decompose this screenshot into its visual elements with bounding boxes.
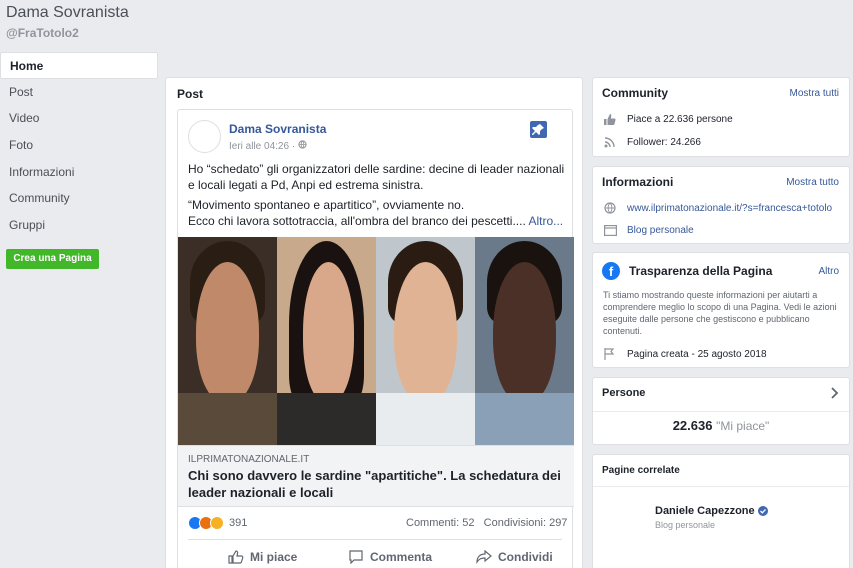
thumbs-up-icon <box>603 113 617 125</box>
thumbs-up-icon <box>228 550 244 564</box>
people-count: 22.636 <box>672 418 713 433</box>
comment-label: Commenta <box>370 550 433 564</box>
post-stats: Commenti: 52 Condivisioni: 297 <box>406 517 567 529</box>
like-button[interactable]: Mi piace <box>228 550 297 564</box>
transparency-text: Ti stiamo mostrando queste informazioni … <box>603 290 837 336</box>
people-title[interactable]: Persone <box>602 387 645 399</box>
photo-portrait <box>178 237 277 445</box>
reactions-summary[interactable]: 391 <box>188 516 247 530</box>
info-card: Informazioni Mostra tutto www.ilprimaton… <box>592 166 850 244</box>
browser-icon <box>603 224 617 236</box>
post-card: Dama Sovranista Ieri alle 04:26 · Ho “sc… <box>177 109 574 568</box>
photo-portrait <box>475 237 574 445</box>
likes-row[interactable]: Piace a 22.636 persone <box>603 113 733 125</box>
verified-badge-icon <box>757 506 768 516</box>
chevron-right-icon[interactable] <box>831 386 839 402</box>
people-count-label: "Mi piace" <box>716 419 770 433</box>
link-preview[interactable]: ILPRIMATONAZIONALE.IT Chi sono davvero l… <box>178 445 574 507</box>
related-page-category: Blog personale <box>655 520 716 530</box>
nav-item-foto[interactable]: Foto <box>0 132 158 159</box>
related-page-item[interactable]: Daniele Capezzone <box>655 505 768 517</box>
page-title[interactable]: Dama Sovranista <box>6 4 129 22</box>
posts-header: Post <box>177 87 204 101</box>
post-author[interactable]: Dama Sovranista <box>229 122 326 136</box>
haha-reaction-icon <box>210 516 224 530</box>
see-more-link[interactable]: Altro... <box>528 214 563 228</box>
share-label: Condividi <box>498 550 553 564</box>
post-text-teaser: Ecco chi lavora sottotraccia, all'ombra … <box>188 214 526 228</box>
like-label: Mi piace <box>250 550 298 564</box>
post-time[interactable]: Ieri alle 04:26 · <box>229 141 295 152</box>
create-page-button[interactable]: Crea una Pagina <box>6 249 99 269</box>
related-page-name[interactable]: Daniele Capezzone <box>655 505 755 517</box>
shares-count[interactable]: Condivisioni: 297 <box>484 517 568 529</box>
likes-text: Piace a 22.636 persone <box>627 113 733 125</box>
info-title[interactable]: Informazioni <box>602 175 673 189</box>
post-text-line: Ecco chi lavora sottotraccia, all'ombra … <box>188 213 568 229</box>
followers-row[interactable]: Follower: 24.266 <box>603 136 701 148</box>
rss-icon <box>603 136 617 148</box>
nav-item-community[interactable]: Community <box>0 185 158 212</box>
category-link[interactable]: Blog personale <box>627 225 694 236</box>
divider <box>593 486 849 487</box>
share-icon <box>476 550 492 564</box>
post-text-paragraph: Ho “schedato” gli organizzatori delle sa… <box>188 162 565 192</box>
post-text: Ho “schedato” gli organizzatori delle sa… <box>188 161 568 229</box>
comment-button[interactable]: Commenta <box>348 550 432 564</box>
comments-count[interactable]: Commenti: 52 <box>406 517 474 529</box>
photo-portrait <box>277 237 376 445</box>
community-see-all-link[interactable]: Mostra tutti <box>790 88 839 99</box>
left-nav: Home Post Video Foto Informazioni Commun… <box>0 52 158 239</box>
page-handle[interactable]: @FraTotolo2 <box>6 26 79 40</box>
transparency-title[interactable]: Trasparenza della Pagina <box>629 264 772 278</box>
nav-item-gruppi[interactable]: Gruppi <box>0 212 158 239</box>
author-avatar[interactable] <box>188 120 221 153</box>
comment-icon <box>349 550 363 564</box>
followers-text: Follower: 24.266 <box>627 136 701 148</box>
reactions-count[interactable]: 391 <box>229 517 247 529</box>
community-card: Community Mostra tutti Piace a 22.636 pe… <box>592 77 850 157</box>
info-see-all-link[interactable]: Mostra tutto <box>786 177 839 188</box>
transparency-more-link[interactable]: Altro <box>818 266 839 277</box>
page-created-text: Pagina creata - 25 agosto 2018 <box>627 348 767 360</box>
link-domain: ILPRIMATONAZIONALE.IT <box>188 454 310 465</box>
post-image[interactable] <box>178 237 574 445</box>
related-pages-card: Pagine correlate Daniele Capezzone Blog … <box>592 454 850 568</box>
people-count-row: 22.636 "Mi piace" <box>593 418 849 433</box>
nav-item-post[interactable]: Post <box>0 79 158 106</box>
photo-portrait <box>376 237 475 445</box>
nav-item-video[interactable]: Video <box>0 105 158 132</box>
facebook-logo-icon: f <box>602 262 620 280</box>
posts-section: Post Dama Sovranista Ieri alle 04:26 · H… <box>165 77 583 568</box>
page-created-row: Pagina creata - 25 agosto 2018 <box>603 348 767 360</box>
nav-item-home[interactable]: Home <box>0 52 158 79</box>
share-button[interactable]: Condividi <box>476 550 553 564</box>
post-meta: Ieri alle 04:26 · <box>229 140 307 152</box>
people-card[interactable]: Persone 22.636 "Mi piace" <box>592 377 850 445</box>
related-pages-title: Pagine correlate <box>602 465 680 476</box>
divider <box>593 411 849 412</box>
link-title[interactable]: Chi sono davvero le sardine "apartitiche… <box>188 467 563 501</box>
nav-item-informazioni[interactable]: Informazioni <box>0 159 158 186</box>
transparency-card: f Trasparenza della Pagina Altro Ti stia… <box>592 252 850 368</box>
globe-icon <box>298 140 307 152</box>
website-row[interactable]: www.ilprimatonazionale.it/?s=francesca+t… <box>603 202 832 214</box>
community-title[interactable]: Community <box>602 86 668 100</box>
website-link[interactable]: www.ilprimatonazionale.it/?s=francesca+t… <box>627 203 832 214</box>
pin-icon[interactable] <box>530 121 547 138</box>
post-text-line: “Movimento spontaneo e apartitico”, ovvi… <box>188 198 465 212</box>
flag-icon <box>603 348 617 360</box>
globe-icon <box>603 202 617 214</box>
divider <box>188 539 562 540</box>
category-row[interactable]: Blog personale <box>603 224 694 236</box>
